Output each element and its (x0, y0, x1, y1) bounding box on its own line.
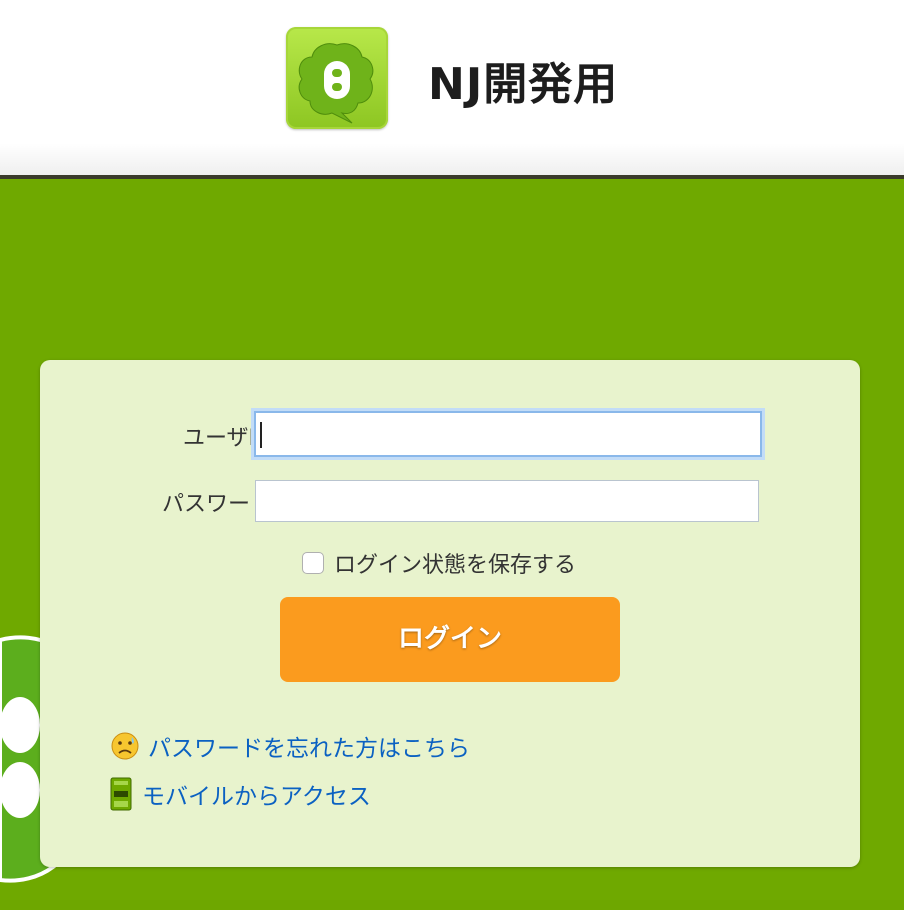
speech-bubble-logo-icon (286, 27, 388, 129)
remember-login-label[interactable]: ログイン状態を保存する (334, 547, 576, 579)
user-id-label: ユーザID (183, 426, 272, 451)
login-panel: ユーザID パスワード ログイン状態を保存する ログイン パスワードを忘れた方は… (40, 360, 860, 867)
mobile-access-link-row[interactable]: モバイルからアクセス (110, 777, 371, 811)
password-field[interactable] (255, 480, 759, 522)
mobile-access-link[interactable]: モバイルからアクセス (142, 777, 371, 811)
text-caret (260, 422, 262, 448)
site-title: NJ開発用 (428, 59, 619, 110)
password-label: パスワード (161, 492, 272, 517)
remember-login-row[interactable]: ログイン状態を保存する (302, 547, 576, 579)
worried-face-icon (111, 732, 139, 760)
user-id-field[interactable] (254, 411, 762, 457)
forgot-password-link-row[interactable]: パスワードを忘れた方はこちら (110, 729, 470, 763)
login-button[interactable]: ログイン (280, 597, 620, 682)
mobile-phone-icon (110, 777, 132, 811)
remember-login-checkbox[interactable] (302, 552, 324, 574)
forgot-password-link[interactable]: パスワードを忘れた方はこちら (148, 729, 470, 763)
site-header: NJ開発用 (0, 0, 904, 179)
